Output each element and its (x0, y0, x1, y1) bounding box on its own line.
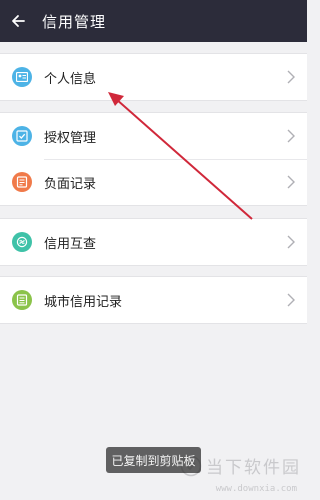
copied-toast: 已复制到剪贴板 (106, 447, 201, 473)
watermark-title: 当下软件园 (206, 458, 301, 478)
watermark-url: www.downxia.com (215, 484, 297, 494)
toast-text: 已复制到剪贴板 (111, 453, 196, 468)
annotation-arrow (108, 92, 253, 220)
